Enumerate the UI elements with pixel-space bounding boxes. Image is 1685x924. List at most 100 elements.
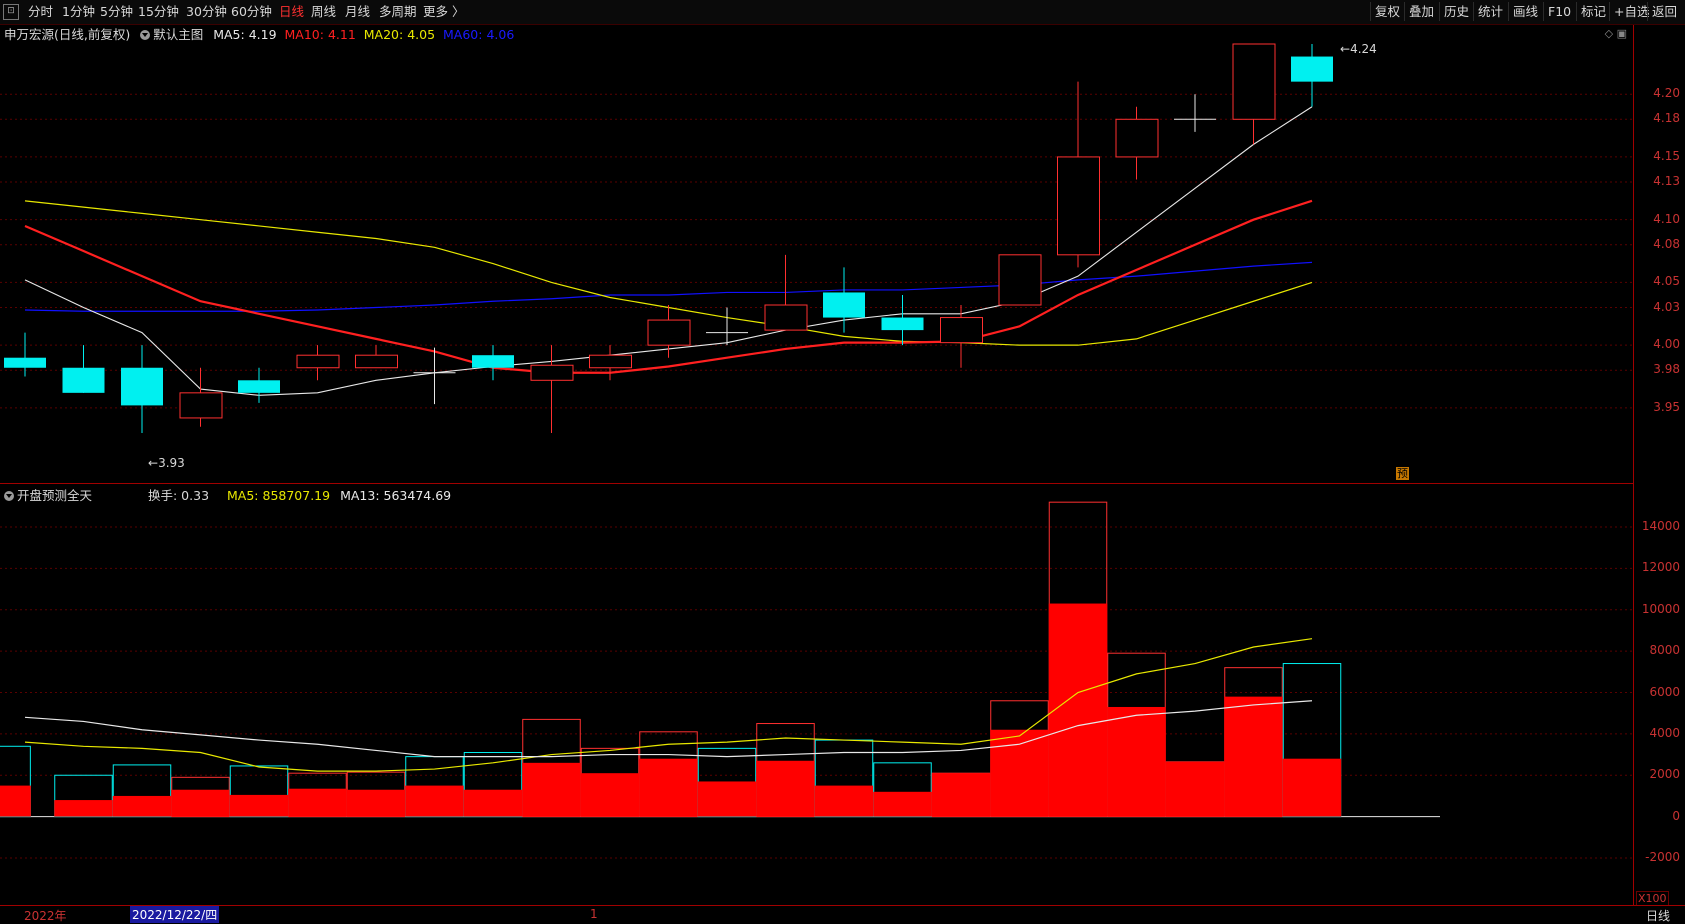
- volume-bar: [463, 751, 523, 818]
- candle-body-up: [764, 304, 808, 331]
- volume-fill: [931, 773, 991, 817]
- month-mark: 1: [590, 907, 598, 921]
- candle: [530, 345, 574, 433]
- candle-body-up: [1115, 118, 1159, 158]
- candle: [940, 305, 983, 368]
- history-button[interactable]: 历史: [1439, 2, 1473, 21]
- volume-fill: [405, 785, 464, 817]
- period-multi[interactable]: 多周期: [379, 3, 417, 21]
- volume-bar: [112, 764, 172, 818]
- volume-fill: [463, 789, 523, 817]
- period-15min[interactable]: 15分钟: [138, 3, 179, 21]
- price-tick-label: 4.08: [1653, 236, 1680, 251]
- period-1min[interactable]: 1分钟: [62, 3, 95, 21]
- candle: [1115, 106, 1159, 180]
- period-monthly[interactable]: 月线: [345, 3, 370, 21]
- right-axis: 4.20 4.18 4.15 4.13 4.10 4.08 4.05 4.03 4.00 3.98…: [1633, 25, 1685, 906]
- more-periods-menu[interactable]: 更多 〉: [423, 3, 464, 21]
- volume-fill: [814, 785, 874, 817]
- cursor-date: 2022/12/22/四: [130, 906, 220, 923]
- candle-body-down: [238, 380, 280, 393]
- stock-title[interactable]: 申万宏源(日线,前复权): [4, 27, 130, 42]
- candle: [62, 345, 105, 393]
- volume-tick-label: 8000: [1649, 643, 1680, 658]
- volume-tick-label: 10000: [1641, 601, 1680, 616]
- candle: [296, 345, 340, 381]
- window-menu-icon[interactable]: ⊡: [3, 4, 19, 20]
- volume-fill: [990, 729, 1049, 817]
- volume-bar: [1282, 663, 1342, 818]
- period-daily[interactable]: 日线: [279, 3, 304, 21]
- adjust-button[interactable]: 复权: [1370, 2, 1404, 21]
- candle-body-down: [62, 367, 105, 393]
- candlestick-chart: [0, 43, 1633, 433]
- vol-ma5: MA5: 858707.19: [227, 488, 331, 503]
- candle-body-up: [589, 354, 632, 369]
- volume-fill: [229, 794, 289, 817]
- volume-tick-label: -2000: [1645, 850, 1680, 864]
- volume-bar: [346, 771, 406, 818]
- volume-fill: [1224, 696, 1283, 817]
- volume-fill: [697, 781, 757, 817]
- candle: [121, 345, 163, 433]
- candle: [1057, 81, 1100, 268]
- candle-body-up: [1232, 43, 1276, 120]
- volume-fill: [288, 788, 347, 817]
- candle-body-down: [823, 292, 865, 318]
- candle: [179, 367, 223, 427]
- volume-fill: [580, 773, 640, 817]
- main-legend: 申万宏源(日线,前复权) 默认主图 MA5: 4.19 MA10: 4.11 M…: [4, 24, 514, 43]
- volume-tick-label: 2000: [1649, 767, 1680, 782]
- candle-body-up: [940, 317, 983, 344]
- pane-controls-icon[interactable]: ◇ ▣: [1605, 27, 1627, 40]
- volume-fill: [54, 800, 113, 817]
- multiplier-label: X100: [1636, 891, 1669, 906]
- top-toolbar: ⊡ 分时 1分钟 5分钟 15分钟 30分钟 60分钟 日线 周线 月线 多周期…: [0, 0, 1685, 25]
- stats-button[interactable]: 统计: [1473, 2, 1507, 21]
- volume-bar: [1165, 761, 1225, 818]
- sub-legend: 开盘预测全天 换手: 0.33 MA5: 858707.19 MA13: 563…: [4, 485, 451, 504]
- dropdown-circle-icon[interactable]: [4, 491, 14, 501]
- candle-body-up: [530, 364, 574, 381]
- template-label[interactable]: 默认主图: [153, 27, 203, 42]
- price-tick-label: 4.05: [1653, 274, 1680, 289]
- volume-fill: [639, 758, 698, 817]
- price-tick-label: 3.98: [1653, 362, 1680, 377]
- candle: [998, 254, 1042, 306]
- volume-fill: [1282, 758, 1342, 817]
- period-60min[interactable]: 60分钟: [231, 3, 272, 21]
- back-button[interactable]: 返回: [1647, 2, 1681, 21]
- low-price-value: 3.93: [158, 456, 185, 470]
- dropdown-circle-icon[interactable]: [140, 30, 151, 40]
- period-weekly[interactable]: 周线: [311, 3, 336, 21]
- price-tick-label: 3.95: [1653, 399, 1680, 414]
- price-tick-label: 4.03: [1653, 299, 1680, 314]
- candle: [355, 345, 398, 369]
- candle-body-up: [647, 319, 691, 346]
- price-chart-pane[interactable]: 申万宏源(日线,前复权) 默认主图 MA5: 4.19 MA10: 4.11 M…: [0, 25, 1633, 484]
- volume-bar: [171, 776, 230, 818]
- period-label[interactable]: 日线: [1646, 907, 1670, 924]
- volume-tick-label: 14000: [1641, 519, 1680, 533]
- mark-button[interactable]: 标记: [1576, 2, 1610, 21]
- legend-ma5: MA5: 4.19: [213, 27, 277, 42]
- volume-chart: [0, 501, 1633, 859]
- candle: [1174, 94, 1216, 132]
- f10-button[interactable]: F10: [1543, 2, 1575, 21]
- price-tick-label: 4.10: [1653, 211, 1680, 226]
- draw-button[interactable]: 画线: [1508, 2, 1542, 21]
- volume-bar: [0, 745, 31, 818]
- period-30min[interactable]: 30分钟: [186, 3, 227, 21]
- volume-chart-pane[interactable]: 开盘预测全天 换手: 0.33 MA5: 858707.19 MA13: 563…: [0, 485, 1633, 905]
- volume-bar: [288, 772, 347, 818]
- period-fenshi[interactable]: 分时: [28, 3, 53, 21]
- vol-ma13: MA13: 563474.69: [340, 488, 452, 503]
- price-tick-label: 4.18: [1653, 111, 1680, 126]
- volume-bar: [814, 739, 874, 818]
- overlay-button[interactable]: 叠加: [1404, 2, 1438, 21]
- period-5min[interactable]: 5分钟: [100, 3, 133, 21]
- indicator-name[interactable]: 开盘预测全天: [17, 488, 92, 503]
- year-label: 2022年: [24, 909, 67, 923]
- turnover-value: 换手: 0.33: [148, 488, 210, 503]
- volume-fill: [0, 785, 31, 817]
